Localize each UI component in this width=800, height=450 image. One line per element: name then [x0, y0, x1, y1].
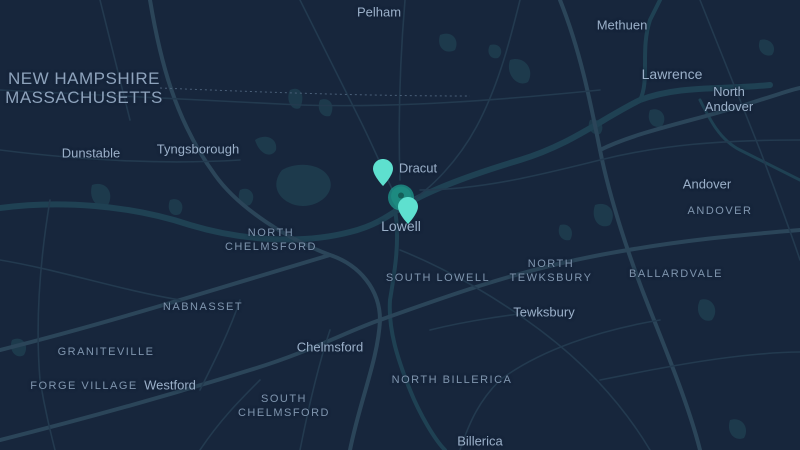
- place-label-graniteville: GRANITEVILLE: [57, 346, 155, 358]
- place-label-dracut: Dracut: [398, 160, 438, 176]
- place-label-andover-district: ANDOVER: [687, 205, 753, 217]
- place-label-south-chelmsford: SOUTH CHELMSFORD: [237, 393, 331, 419]
- state-border: [159, 87, 471, 97]
- place-label-dunstable: Dunstable: [61, 145, 121, 161]
- place-label-ballardvale: BALLARDVALE: [629, 268, 723, 280]
- place-label-tyngsborough: Tyngsborough: [156, 141, 240, 157]
- place-label-north-billerica: NORTH BILLERICA: [391, 374, 513, 386]
- place-label-westford: Westford: [144, 377, 196, 393]
- map-pin-icon: [398, 197, 418, 224]
- state-label-massachusetts: MASSACHUSETTS: [5, 88, 163, 107]
- place-label-north-tewksbury: NORTH TEWKSBURY: [509, 258, 593, 284]
- place-label-south-lowell: SOUTH LOWELL: [385, 272, 491, 284]
- place-label-tewksbury: Tewksbury: [513, 304, 575, 320]
- place-label-nabnasset: NABNASSET: [162, 301, 244, 313]
- place-label-lawrence: Lawrence: [641, 66, 703, 82]
- map-canvas[interactable]: NEW HAMPSHIRE MASSACHUSETTS Pelham Methu…: [0, 0, 800, 450]
- place-label-chelmsford: Chelmsford: [296, 339, 364, 355]
- place-label-north-andover: North Andover: [704, 84, 754, 114]
- place-label-north-chelmsford: NORTH CHELMSFORD: [224, 227, 318, 253]
- marker-lowell-pin[interactable]: [398, 197, 418, 229]
- place-label-pelham: Pelham: [356, 4, 402, 20]
- place-label-forge-village: FORGE VILLAGE: [30, 380, 138, 392]
- state-label-new-hampshire: NEW HAMPSHIRE: [8, 69, 160, 88]
- marker-dracut-pin[interactable]: [373, 159, 393, 191]
- place-label-andover: Andover: [682, 176, 732, 192]
- map-pin-icon: [373, 159, 393, 186]
- place-label-billerica: Billerica: [457, 433, 503, 449]
- place-label-methuen: Methuen: [596, 17, 648, 33]
